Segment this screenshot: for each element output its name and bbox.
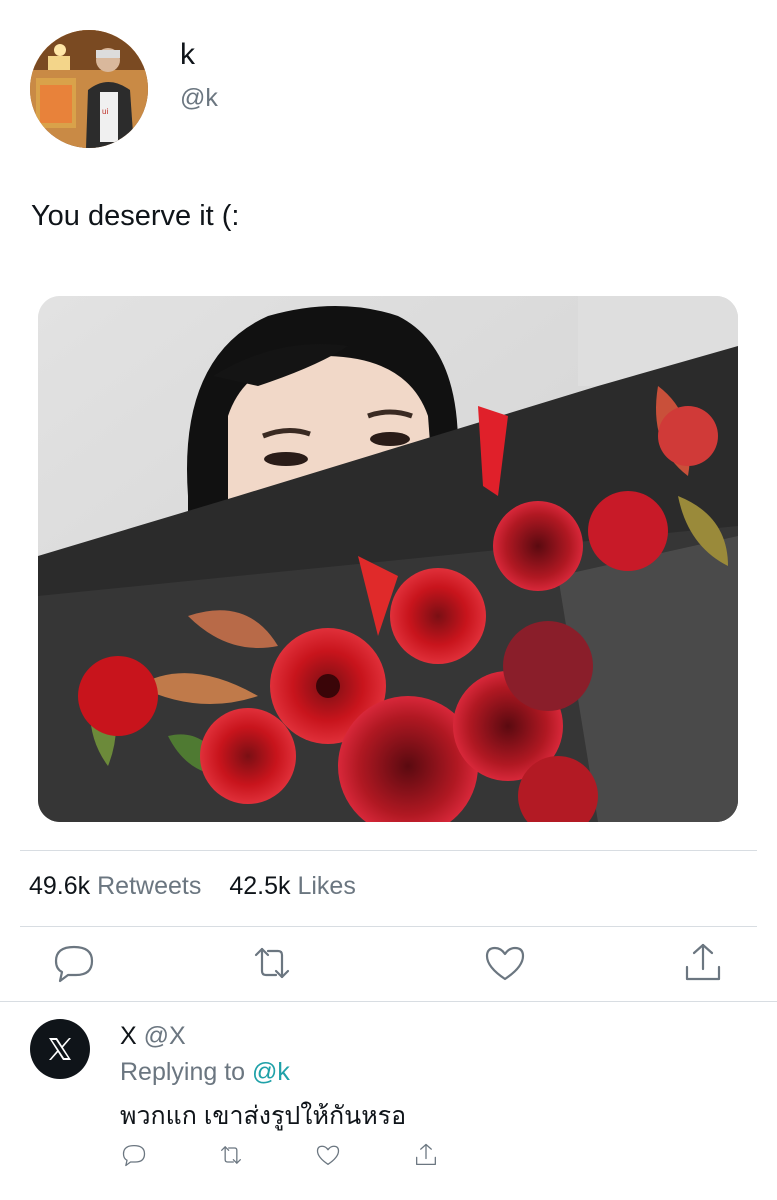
- share-icon: [416, 1143, 436, 1165]
- divider: [20, 926, 757, 927]
- reply-text: พวกแก เขาส่งรูปให้กันหรอ: [120, 1102, 407, 1130]
- photo-image: [38, 296, 738, 822]
- retweet-icon: [221, 1146, 241, 1164]
- reply-handle: @X: [143, 1022, 186, 1050]
- tweet-text: You deserve it (:: [31, 200, 240, 232]
- retweets-label: Retweets: [97, 872, 202, 900]
- tweet-photo[interactable]: [38, 296, 738, 822]
- author-display-name[interactable]: k: [180, 38, 195, 72]
- divider: [20, 850, 757, 851]
- x-logo-icon: [49, 1038, 71, 1060]
- retweets-count: 49.6k: [29, 872, 91, 900]
- reply-display-name: X: [120, 1022, 137, 1050]
- reply-share-button[interactable]: [411, 1140, 441, 1170]
- reply-button[interactable]: [49, 938, 99, 988]
- divider: [0, 1001, 777, 1002]
- reply-icon: [54, 945, 94, 983]
- reply-author-avatar[interactable]: [30, 1019, 90, 1079]
- avatar-photo: ui: [30, 30, 148, 148]
- like-icon: [316, 1145, 340, 1165]
- svg-text:ui: ui: [102, 107, 108, 116]
- reply-reply-button[interactable]: [119, 1140, 149, 1170]
- retweets-stat[interactable]: 49.6k Retweets: [29, 872, 201, 900]
- author-avatar[interactable]: ui: [30, 30, 148, 148]
- retweet-icon: [254, 947, 290, 979]
- replying-to-line: Replying to @k: [120, 1058, 290, 1087]
- like-button[interactable]: [480, 938, 530, 988]
- share-button[interactable]: [678, 938, 728, 988]
- likes-label: Likes: [297, 872, 356, 900]
- reply-author[interactable]: X @X: [120, 1022, 186, 1051]
- share-icon: [685, 943, 721, 981]
- reply-icon: [122, 1145, 146, 1167]
- replying-mention-link[interactable]: @k: [252, 1058, 290, 1086]
- tweet-stats: 49.6k Retweets 42.5k Likes: [29, 872, 356, 901]
- reply-retweet-button[interactable]: [216, 1140, 246, 1170]
- like-icon: [485, 946, 525, 981]
- retweet-button[interactable]: [247, 938, 297, 988]
- replying-prefix: Replying to: [120, 1058, 246, 1086]
- likes-count: 42.5k: [229, 872, 291, 900]
- reply-like-button[interactable]: [313, 1140, 343, 1170]
- author-handle[interactable]: @k: [180, 84, 218, 113]
- likes-stat[interactable]: 42.5k Likes: [229, 872, 356, 900]
- tweet-detail-view: ui k @k You deserve it (: 49.6k Retweets…: [0, 0, 777, 1200]
